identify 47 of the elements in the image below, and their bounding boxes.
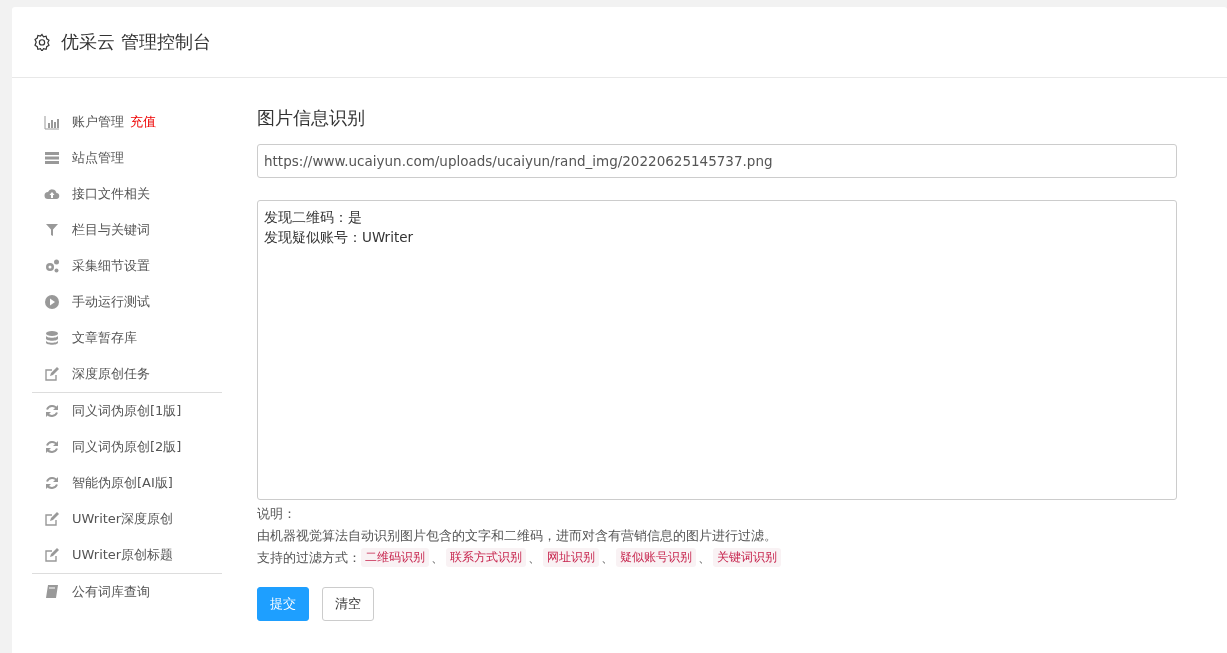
console-title: 优采云 管理控制台 (61, 30, 211, 54)
play-icon (44, 294, 60, 310)
filter-tag: 疑似账号识别 (616, 548, 696, 567)
filter-tag: 网址识别 (543, 548, 599, 567)
sidebar-item[interactable]: 文章暂存库 (32, 320, 222, 356)
url-field[interactable]: https://www.ucaiyun.com/uploads/ucaiyun/rand_img/20220625145737.png (257, 144, 1177, 178)
sidebar-item[interactable]: 账户管理 充值 (32, 104, 222, 140)
sidebar-item[interactable]: 同义词伪原创[2版] (32, 429, 222, 465)
recharge-link[interactable]: 充值 (130, 113, 156, 131)
settings-icon (33, 33, 51, 51)
refresh-icon (44, 439, 60, 455)
database-icon (44, 330, 60, 346)
filter-tag: 关键词识别 (713, 548, 781, 567)
separator: 、 (601, 548, 614, 567)
filter-icon (44, 222, 60, 238)
edit-icon (44, 511, 60, 527)
note-text: 由机器视觉算法自动识别图片包含的文字和二维码，进而对含有营销信息的图片进行过滤。 (257, 527, 778, 544)
sidebar-item[interactable]: 深度原创任务 (32, 356, 222, 392)
sidebar-item[interactable]: 同义词伪原创[1版] (32, 393, 222, 429)
cloud-upload-icon (44, 186, 60, 202)
gears-icon (44, 258, 60, 274)
filter-tag: 二维码识别 (361, 548, 429, 567)
sidebar-item[interactable]: 采集细节设置 (32, 248, 222, 284)
bar-chart-icon (44, 114, 60, 130)
sidebar-item[interactable]: 智能伪原创[AI版] (32, 465, 222, 501)
sidebar-item[interactable]: 栏目与关键词 (32, 212, 222, 248)
sidebar-item[interactable]: 站点管理 (32, 140, 222, 176)
sidebar-item[interactable]: 手动运行测试 (32, 284, 222, 320)
separator: 、 (528, 548, 541, 567)
sidebar-item[interactable]: UWriter原创标题 (32, 537, 222, 573)
refresh-icon (44, 475, 60, 491)
result-field[interactable]: 发现二维码：是 发现疑似账号：UWriter (257, 200, 1177, 500)
book-icon (44, 584, 60, 600)
section-heading: 图片信息识别 (257, 106, 366, 130)
refresh-icon (44, 403, 60, 419)
filter-tag: 联系方式识别 (446, 548, 526, 567)
filters-label: 支持的过滤方式： (257, 549, 361, 566)
clear-button[interactable]: 清空 (322, 587, 374, 621)
separator: 、 (431, 548, 444, 567)
sidebar-item[interactable]: UWriter深度原创 (32, 501, 222, 537)
edit-icon (44, 366, 60, 382)
edit-icon (44, 547, 60, 563)
separator: 、 (698, 548, 711, 567)
note-label: 说明： (257, 505, 297, 522)
sidebar-item[interactable]: 接口文件相关 (32, 176, 222, 212)
sidebar-item[interactable]: 公有词库查询 (32, 574, 222, 610)
server-icon (44, 150, 60, 166)
